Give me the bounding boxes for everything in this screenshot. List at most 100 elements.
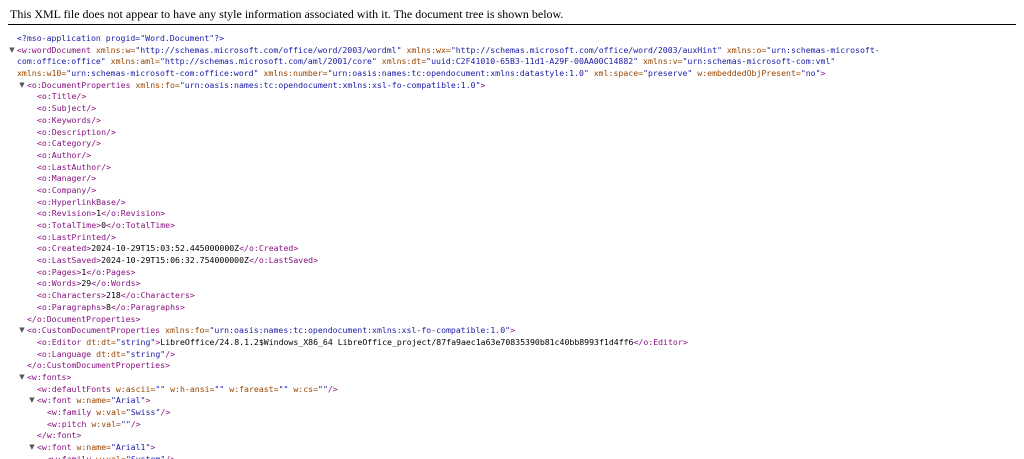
xml-attribute-name: w:val=	[91, 407, 126, 417]
xml-tree-line: xmlns:w10="urn:schemas-microsoft-com:off…	[8, 68, 1024, 80]
xml-tag: <o:Language	[37, 348, 92, 359]
xml-tag: <w:font	[37, 442, 72, 453]
xml-document-tree: <?mso-application progid="Word.Document"…	[0, 33, 1024, 459]
xml-tree-line: <o:Author/>	[8, 150, 1024, 162]
xml-text-content: 2024-10-29T15:03:52.445000000Z	[91, 243, 240, 254]
xml-attribute-name: w:fareast=	[224, 383, 279, 394]
xml-text-content: LibreOffice/24.8.1.2$Windows_X86_64 Libr…	[160, 336, 634, 347]
xml-attribute-value: "urn:schemas-microsoft-com:vml"	[682, 56, 836, 67]
xml-tree-line: <o:LastPrinted/>	[8, 232, 1024, 244]
xml-attribute-name: xmlns:wx=	[401, 44, 451, 55]
collapse-triangle-icon[interactable]: ▼	[28, 442, 36, 454]
xml-tag: <w:family	[47, 407, 92, 417]
xml-tree-line: <w:family w:val="System"/>	[8, 454, 1024, 459]
xml-attribute-name: w:val=	[91, 453, 126, 459]
xml-processing-instruction: <?mso-application progid="Word.Document"…	[17, 33, 225, 43]
xml-tag: <o:Revision>	[37, 208, 97, 219]
xml-attribute-name: xmlns:aml=	[105, 56, 160, 67]
xml-tree-line: <o:Description/>	[8, 127, 1024, 139]
xml-attribute-value: ""	[214, 383, 225, 394]
xml-tree-line: </o:DocumentProperties>	[8, 314, 1024, 326]
xml-tree-line: <o:Revision>1</o:Revision>	[8, 208, 1024, 220]
collapse-triangle-icon[interactable]: ▼	[18, 80, 26, 92]
xml-tag: <o:LastPrinted/>	[37, 231, 116, 242]
xml-tag: <o:Title/>	[37, 91, 87, 102]
xml-tag: />	[160, 407, 171, 417]
xml-tree-line: <o:Category/>	[8, 138, 1024, 150]
xml-attribute-value: ""	[120, 418, 131, 429]
xml-tree-line: </o:CustomDocumentProperties>	[8, 360, 1024, 372]
xml-tag: <o:CustomDocumentProperties	[27, 325, 161, 336]
xml-tag: <o:Characters>	[37, 290, 107, 301]
xml-tree-line: <w:family w:val="Swiss"/>	[8, 407, 1024, 419]
xml-tag: <w:wordDocument	[17, 44, 91, 55]
xml-attribute-name: xmlns:v=	[638, 56, 683, 67]
xml-attribute-value: "urn:schemas-microsoft-com:office:word"	[66, 68, 259, 79]
xml-tree-line: <o:Title/>	[8, 91, 1024, 103]
xml-attribute-name: xml:space=	[588, 68, 644, 79]
xml-tag: </o:Pages>	[86, 266, 136, 277]
xml-tree-line: <o:Paragraphs>8</o:Paragraphs>	[8, 302, 1024, 314]
xml-tree-line: ▼ <o:CustomDocumentProperties xmlns:fo="u…	[8, 325, 1024, 337]
xml-attribute-value: ""	[318, 383, 328, 394]
xml-tag: <w:fonts>	[27, 371, 72, 382]
xml-tree-line: <o:HyperlinkBase/>	[8, 197, 1024, 209]
xml-attribute-value: "http://schemas.microsoft.com/office/wor…	[450, 44, 722, 55]
xml-tag: >	[145, 395, 151, 406]
xml-tag: <o:Created>	[37, 243, 92, 254]
xml-tag: </o:DocumentProperties>	[27, 313, 141, 324]
xml-attribute-value: "no"	[800, 68, 821, 79]
xml-tree-line: <o:Language dt:dt="string"/>	[8, 349, 1024, 361]
xml-tree-line: <o:LastAuthor/>	[8, 162, 1024, 174]
xml-tree-line: <o:Characters>218</o:Characters>	[8, 290, 1024, 302]
xml-tree-line: <o:Manager/>	[8, 173, 1024, 185]
xml-tree-line: </w:font>	[8, 430, 1024, 442]
xml-tag: <o:LastSaved>	[37, 255, 102, 266]
xml-attribute-name: w:name=	[71, 395, 111, 406]
xml-tag: />	[165, 453, 176, 459]
xml-attribute-value: "preserve"	[643, 68, 693, 79]
xml-attribute-name: w:val=	[86, 418, 121, 429]
xml-tree-line: <o:LastSaved>2024-10-29T15:06:32.7540000…	[8, 255, 1024, 267]
xml-attribute-value: ""	[278, 383, 289, 394]
xml-tag: <o:Subject/>	[37, 103, 97, 114]
xml-tag: </o:Editor>	[633, 336, 688, 347]
xml-tag: <w:family	[47, 453, 92, 459]
collapse-triangle-icon[interactable]: ▼	[8, 45, 16, 57]
xml-attribute-name: xmlns:o=	[721, 44, 767, 55]
no-style-info-message: This XML file does not appear to have an…	[8, 6, 1016, 25]
collapse-triangle-icon[interactable]: ▼	[28, 395, 36, 407]
xml-tag: <o:Author/>	[37, 149, 92, 160]
xml-attribute-name: xmlns:w10=	[17, 68, 67, 79]
xml-tag: />	[327, 383, 338, 394]
collapse-triangle-icon[interactable]: ▼	[18, 372, 26, 384]
xml-tree-line: com:office:office" xmlns:aml="http://sch…	[8, 56, 1024, 68]
xml-tag: <o:Paragraphs>	[37, 301, 107, 312]
xml-attribute-name: w:ascii=	[110, 383, 156, 394]
xml-tag: <o:TotalTime>	[37, 220, 102, 230]
xml-viewer: This XML file does not appear to have an…	[0, 0, 1024, 459]
xml-attribute-name: w:h-ansi=	[165, 383, 215, 394]
xml-attribute-name: xmlns:fo=	[130, 79, 180, 90]
collapse-triangle-icon[interactable]: ▼	[18, 325, 26, 337]
xml-tag: <o:HyperlinkBase/>	[37, 196, 126, 207]
xml-attribute-value: "string"	[115, 336, 156, 347]
xml-text-content: 2024-10-29T15:06:32.754000000Z	[101, 255, 249, 266]
xml-attribute-value: "urn:schemas-microsoft-	[766, 44, 880, 55]
xml-tree-line: ▼ <o:DocumentProperties xmlns:fo="urn:oas…	[8, 80, 1024, 92]
xml-tag: <w:font	[37, 395, 72, 406]
xml-attribute-value: "Arial"	[110, 395, 146, 406]
xml-tree-line: <o:Subject/>	[8, 103, 1024, 115]
xml-tree-line: <w:defaultFonts w:ascii="" w:h-ansi="" w…	[8, 384, 1024, 396]
xml-attribute-value: "Swiss"	[125, 407, 161, 417]
xml-attribute-value: "uuid:C2F41010-65B3-11d1-A29F-00AA00C148…	[426, 56, 639, 67]
xml-tag: <o:Manager/>	[37, 173, 97, 184]
xml-tree-line: ▼ <w:fonts>	[8, 372, 1024, 384]
xml-attribute-value: "urn:oasis:names:tc:opendocument:xmlns:d…	[327, 68, 589, 79]
xml-attribute-value: "Arial1"	[110, 442, 151, 453]
xml-tag: <o:Category/>	[37, 138, 102, 149]
xml-tree-line: <o:Created>2024-10-29T15:03:52.445000000…	[8, 243, 1024, 255]
xml-tag: </o:Characters>	[120, 290, 195, 301]
xml-tag: <o:Words>	[37, 278, 82, 289]
xml-attribute-value: ""	[155, 383, 166, 394]
